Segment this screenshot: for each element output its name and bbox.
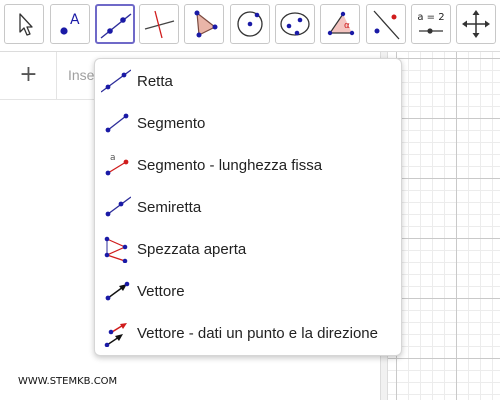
menu-item-label: Semiretta — [137, 199, 202, 216]
segment-length-badge: a — [110, 153, 116, 163]
ellipse-icon — [280, 12, 310, 36]
menu-item-label: Spezzata aperta — [137, 241, 247, 258]
menu-item-label: Vettore - dati un punto e la direzione — [137, 325, 378, 342]
tool-perpendicular[interactable] — [139, 4, 179, 44]
line-icon — [100, 13, 132, 39]
angle-icon: α — [327, 11, 355, 36]
line-tools-menu: Retta Segmento a Segmento - lunghezza fi… — [94, 58, 402, 356]
menu-item-label: Segmento - lunghezza fissa — [137, 157, 323, 174]
menu-item-polyline[interactable]: Spezzata aperta — [95, 229, 401, 269]
segment-fixed-length-icon: a — [105, 153, 129, 176]
slider-icon — [419, 28, 443, 34]
ray-icon — [105, 196, 132, 217]
menu-item-vector[interactable]: Vettore — [95, 271, 401, 311]
menu-item-segment-fixed-length[interactable]: a Segmento - lunghezza fissa — [95, 145, 401, 185]
menu-item-line[interactable]: Retta — [95, 61, 401, 101]
menu-item-label: Vettore — [137, 283, 185, 300]
tool-circle[interactable] — [230, 4, 270, 44]
tool-slider[interactable]: a = 2 — [411, 4, 451, 44]
menu-item-label: Segmento — [137, 115, 206, 132]
tool-angle[interactable]: α — [320, 4, 360, 44]
vector-from-point-icon — [104, 323, 127, 348]
perpendicular-line-icon — [144, 10, 175, 39]
vector-icon — [105, 281, 130, 301]
pointer-icon — [19, 13, 33, 36]
tool-point[interactable]: A — [50, 4, 90, 44]
point-letter: A — [70, 12, 80, 28]
tool-ellipse[interactable] — [275, 4, 315, 44]
tool-polygon[interactable] — [184, 4, 224, 44]
move-graphics-view-icon — [462, 10, 490, 38]
tool-move-view[interactable] — [456, 4, 496, 44]
angle-letter: α — [344, 21, 350, 31]
polyline-icon — [104, 236, 128, 264]
plus-icon: + — [19, 62, 38, 87]
toolbar: A α a = 2 — [0, 0, 500, 52]
watermark: WWW.STEMKB.COM — [18, 376, 118, 387]
tool-line[interactable] — [95, 4, 135, 44]
point-icon: A — [60, 12, 80, 35]
tool-move[interactable] — [4, 4, 44, 44]
menu-item-ray[interactable]: Semiretta — [95, 187, 401, 227]
tool-reflect[interactable] — [366, 4, 406, 44]
segment-icon — [105, 113, 129, 133]
circle-center-point-icon — [237, 11, 263, 37]
graphics-view[interactable] — [388, 52, 500, 400]
polygon-icon — [194, 10, 218, 38]
reflect-about-line-icon — [373, 10, 400, 40]
line-icon — [100, 69, 132, 93]
add-item-button[interactable]: + — [0, 52, 57, 99]
menu-item-segment[interactable]: Segmento — [95, 103, 401, 143]
menu-item-vector-from-point[interactable]: Vettore - dati un punto e la direzione — [95, 313, 401, 353]
menu-item-label: Retta — [137, 73, 173, 90]
